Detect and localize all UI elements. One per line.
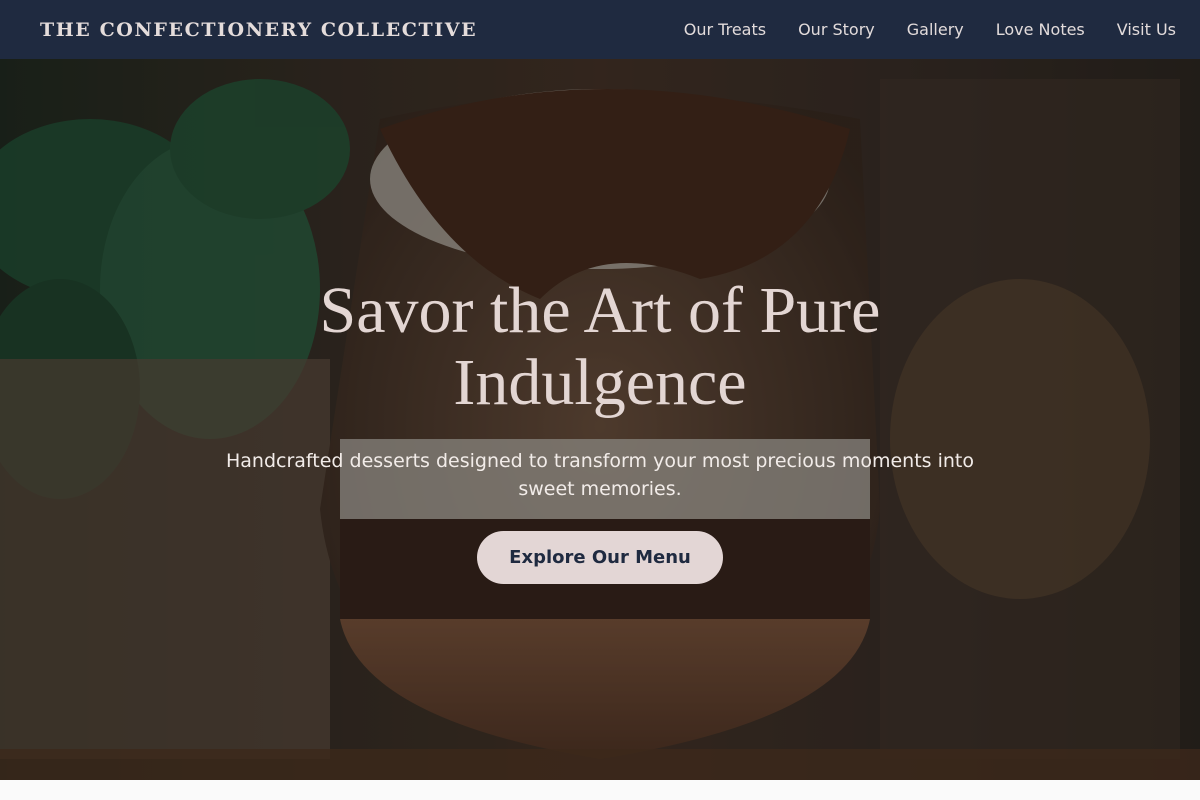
top-navbar: THE CONFECTIONERY COLLECTIVE Our Treats … <box>0 0 1200 59</box>
hero-title: Savor the Art of Pure Indulgence <box>319 274 881 419</box>
main-nav: Our Treats Our Story Gallery Love Notes … <box>684 20 1176 39</box>
nav-link-our-treats[interactable]: Our Treats <box>684 20 766 39</box>
nav-link-love-notes[interactable]: Love Notes <box>996 20 1085 39</box>
nav-link-gallery[interactable]: Gallery <box>907 20 964 39</box>
hero-content: Savor the Art of Pure Indulgence Handcra… <box>0 275 1200 584</box>
brand-logo-text[interactable]: THE CONFECTIONERY COLLECTIVE <box>40 19 477 41</box>
explore-menu-button[interactable]: Explore Our Menu <box>477 531 723 584</box>
hero-section: Savor the Art of Pure Indulgence Handcra… <box>0 59 1200 780</box>
hero-subtitle: Handcrafted desserts designed to transfo… <box>226 450 974 500</box>
nav-link-visit-us[interactable]: Visit Us <box>1117 20 1176 39</box>
nav-link-our-story[interactable]: Our Story <box>798 20 875 39</box>
